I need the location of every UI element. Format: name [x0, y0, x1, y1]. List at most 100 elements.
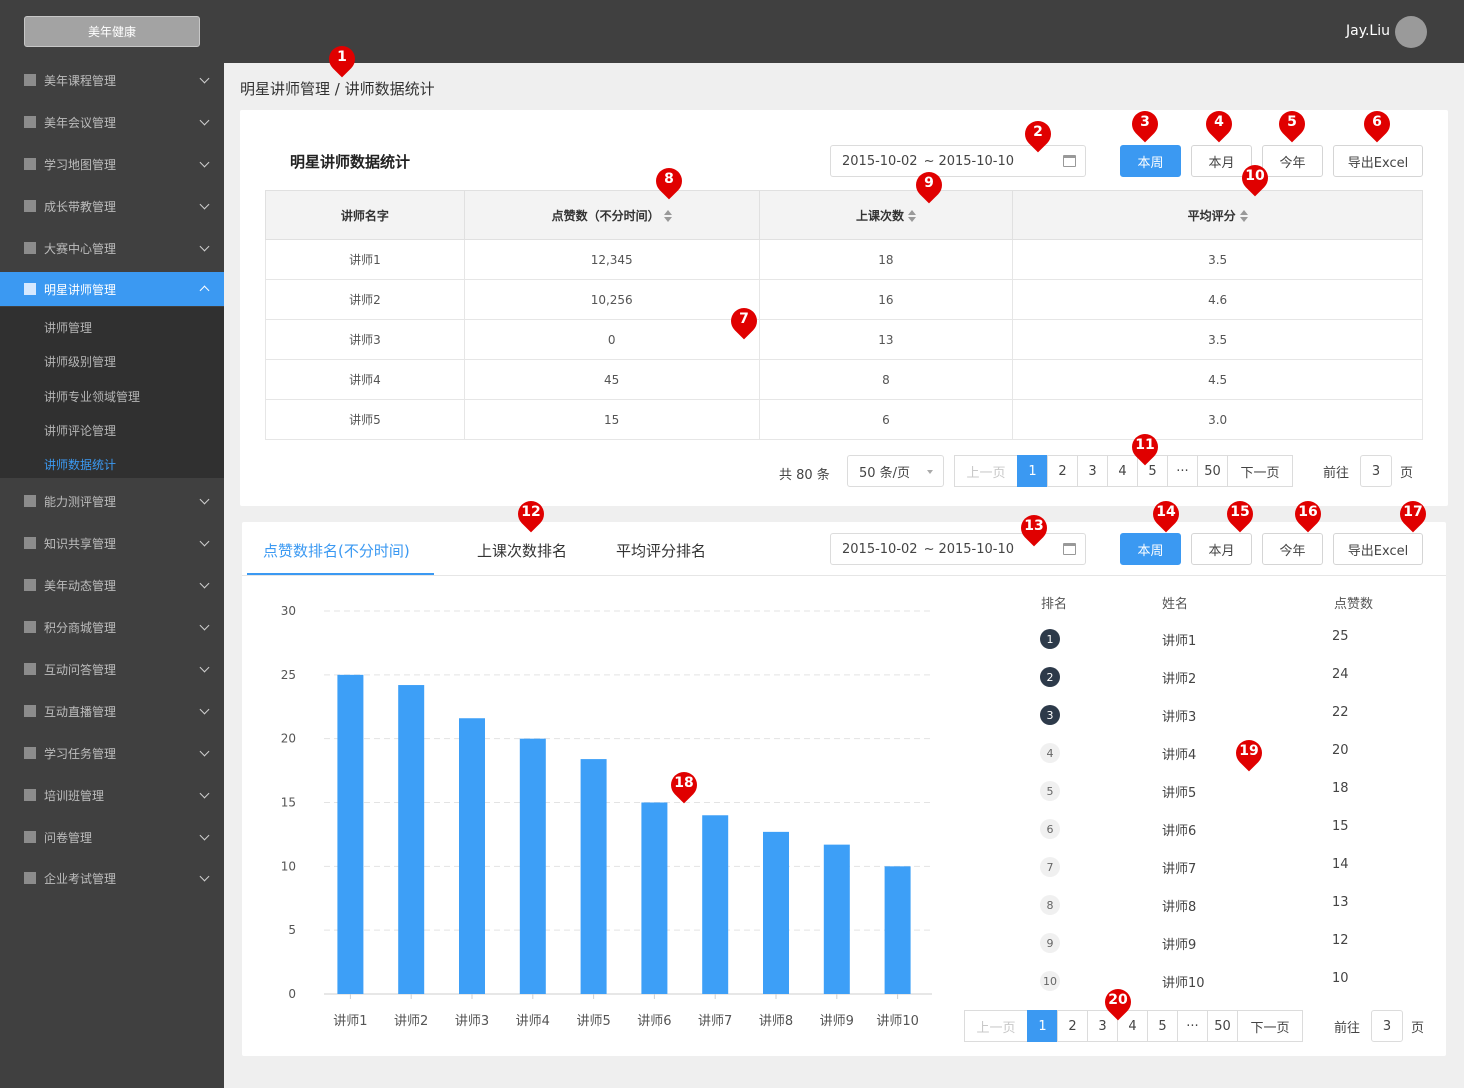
chart-bar	[337, 674, 364, 994]
chart-y-tick-label: 5	[288, 923, 296, 937]
submenu-item-field[interactable]: 讲师专业领域管理	[44, 388, 140, 405]
export-excel-button[interactable]: 导出Excel	[1333, 145, 1423, 177]
marker-number: 4	[1214, 114, 1224, 130]
date-to: 2015-10-10	[938, 541, 1015, 557]
brand-button[interactable]: 美年健康	[24, 16, 200, 47]
sidebar-item-points-mall[interactable]: 积分商城管理	[0, 610, 224, 644]
page-size-select[interactable]: 50 条/页	[847, 455, 944, 487]
submenu-item-comments[interactable]: 讲师评论管理	[44, 422, 116, 439]
rank-value: 24	[1332, 667, 1349, 682]
goto-page-input[interactable]: 3	[1371, 1010, 1403, 1042]
sort-icon[interactable]	[663, 210, 672, 222]
chart-x-tick-label: 讲师1	[333, 1014, 367, 1029]
tab-likes-ranking[interactable]: 点赞数排名(不分时间)	[263, 540, 410, 561]
sidebar-item-mentoring[interactable]: 成长带教管理	[0, 189, 224, 223]
marker-number: 16	[1298, 504, 1318, 520]
rank-badge: 8	[1040, 895, 1060, 915]
cell-classes: 8	[758, 359, 1014, 400]
date-separator: ~	[923, 541, 935, 557]
prev-page-button[interactable]: 上一页	[954, 455, 1018, 487]
sort-icon[interactable]	[907, 210, 916, 222]
sidebar-item-learning-map[interactable]: 学习地图管理	[0, 147, 224, 181]
column-header-label: 平均评分	[1187, 208, 1236, 223]
table-row: 讲师2 10,256 16 4.6	[265, 279, 1423, 320]
page-ellipsis[interactable]: ···	[1167, 455, 1198, 487]
page-button[interactable]: 1	[1017, 455, 1048, 487]
chart-x-tick-label: 讲师7	[698, 1014, 732, 1029]
page-button[interactable]: 50	[1197, 455, 1228, 487]
sidebar-item-meeting[interactable]: 美年会议管理	[0, 105, 224, 139]
sidebar-item-label: 问卷管理	[44, 830, 93, 845]
column-header-classes[interactable]: 上课次数	[758, 190, 1014, 240]
menu-square-icon	[24, 705, 36, 717]
user-name[interactable]: Jay.Liu	[1346, 23, 1390, 39]
cell-classes: 18	[758, 239, 1014, 280]
submenu-item-stats[interactable]: 讲师数据统计	[44, 456, 116, 473]
prev-page-button[interactable]: 上一页	[964, 1010, 1028, 1042]
sidebar-item-survey[interactable]: 问卷管理	[0, 820, 224, 854]
submenu-item-level[interactable]: 讲师级别管理	[44, 353, 116, 370]
sidebar-item-course[interactable]: 美年课程管理	[0, 63, 224, 97]
tab-classes-ranking[interactable]: 上课次数排名	[477, 540, 567, 561]
page-button[interactable]: 50	[1207, 1010, 1238, 1042]
chevron-down-icon	[199, 746, 210, 757]
annotation-marker: 2	[1019, 115, 1057, 159]
sidebar-item-star-lecturer[interactable]: 明星讲师管理	[0, 272, 224, 306]
annotation-marker: 20	[1099, 983, 1137, 1027]
rank-value: 12	[1332, 933, 1349, 948]
annotation-marker: 7	[725, 302, 763, 346]
sidebar-item-training-class[interactable]: 培训班管理	[0, 778, 224, 812]
sidebar-item-news[interactable]: 美年动态管理	[0, 568, 224, 602]
page-button[interactable]: 2	[1057, 1010, 1088, 1042]
sidebar-item-qa[interactable]: 互动问答管理	[0, 652, 224, 686]
avatar[interactable]	[1395, 16, 1427, 48]
this-year-button[interactable]: 今年	[1262, 145, 1323, 177]
page-button[interactable]: 5	[1147, 1010, 1178, 1042]
next-page-button[interactable]: 下一页	[1227, 455, 1293, 487]
menu-square-icon	[24, 242, 36, 254]
column-header-rating[interactable]: 平均评分	[1012, 190, 1423, 240]
menu-square-icon	[24, 621, 36, 633]
goto-label: 前往	[1323, 466, 1350, 481]
page-button[interactable]: 1	[1027, 1010, 1058, 1042]
chevron-down-icon	[199, 578, 210, 589]
cell-likes: 45	[463, 359, 760, 400]
next-page-button[interactable]: 下一页	[1237, 1010, 1303, 1042]
rank-badge: 7	[1040, 857, 1060, 877]
sidebar-item-contest[interactable]: 大赛中心管理	[0, 231, 224, 265]
annotation-marker: 6	[1358, 105, 1396, 149]
page-button[interactable]: 3	[1077, 455, 1108, 487]
rank-value: 22	[1332, 705, 1349, 720]
rank-value: 20	[1332, 743, 1349, 758]
page-button[interactable]: 2	[1047, 455, 1078, 487]
submenu-item-lecturer[interactable]: 讲师管理	[44, 319, 92, 336]
menu-square-icon	[24, 663, 36, 675]
sort-icon[interactable]	[1239, 210, 1248, 222]
annotation-marker: 14	[1147, 495, 1185, 539]
ranking-row: 10 讲师10 10	[1040, 969, 1380, 993]
ranking-row: 4 讲师4 20	[1040, 741, 1380, 765]
chart-x-tick-label: 讲师10	[876, 1014, 919, 1029]
rank-value: 10	[1332, 971, 1349, 986]
sidebar-item-tasks[interactable]: 学习任务管理	[0, 736, 224, 770]
page-ellipsis[interactable]: ···	[1177, 1010, 1208, 1042]
sidebar-item-knowledge[interactable]: 知识共享管理	[0, 526, 224, 560]
cell-name: 讲师2	[265, 279, 465, 320]
marker-number: 18	[674, 775, 694, 791]
sidebar-item-live[interactable]: 互动直播管理	[0, 694, 224, 728]
marker-number: 20	[1108, 992, 1128, 1008]
table-row: 讲师1 12,345 18 3.5	[265, 239, 1423, 280]
chart-y-tick-label: 0	[288, 987, 296, 1001]
chevron-down-icon	[199, 494, 210, 505]
sidebar-item-assessment[interactable]: 能力测评管理	[0, 484, 224, 518]
sidebar-item-exam[interactable]: 企业考试管理	[0, 861, 224, 895]
tab-rating-ranking[interactable]: 平均评分排名	[616, 540, 706, 561]
column-header-likes[interactable]: 点赞数（不分时间）	[463, 190, 760, 240]
rank-badge: 5	[1040, 781, 1060, 801]
chevron-up-icon	[199, 285, 210, 296]
this-week-button[interactable]: 本周	[1120, 145, 1181, 177]
rank-value: 18	[1332, 781, 1349, 796]
goto-page-input[interactable]: 3	[1360, 455, 1392, 487]
rank-badge: 2	[1040, 667, 1060, 687]
marker-number: 7	[739, 311, 749, 327]
